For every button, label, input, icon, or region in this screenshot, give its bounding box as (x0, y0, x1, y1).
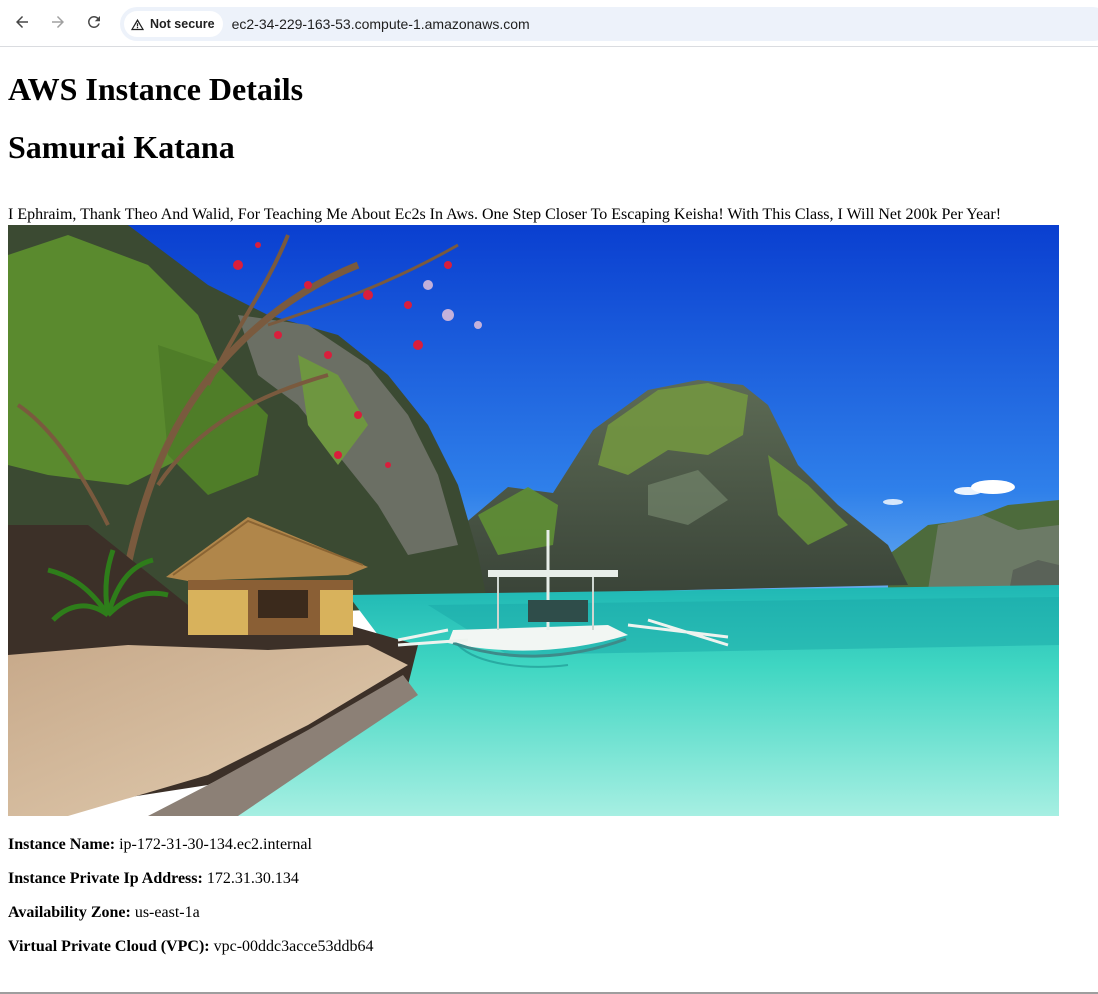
security-label: Not secure (150, 17, 215, 31)
browser-toolbar: Not secure ec2-34-229-163-53.compute-1.a… (0, 0, 1098, 47)
arrow-back-icon (16, 16, 28, 28)
detail-value: us-east-1a (134, 904, 200, 921)
url-text[interactable]: ec2-34-229-163-53.compute-1.amazonaws.co… (232, 16, 530, 32)
page-title: AWS Instance Details (8, 71, 304, 107)
detail-row-availability-zone: Availability Zone: us-east-1a (8, 904, 200, 922)
page-subtitle: Samurai Katana (8, 129, 235, 165)
detail-value: 172.31.30.134 (206, 870, 299, 887)
security-chip[interactable]: Not secure (124, 11, 223, 37)
detail-label: Instance Private Ip Address: (8, 870, 203, 887)
reload-button[interactable] (80, 8, 108, 36)
detail-value: ip-172-31-30-134.ec2.internal (119, 836, 312, 853)
address-bar[interactable]: Not secure ec2-34-229-163-53.compute-1.a… (120, 7, 1098, 41)
detail-row-private-ip: Instance Private Ip Address: 172.31.30.1… (8, 870, 299, 888)
page-content: AWS Instance Details Samurai Katana I Ep… (8, 47, 1090, 955)
detail-label: Virtual Private Cloud (VPC): (8, 938, 210, 955)
thank-you-message: I Ephraim, Thank Theo And Walid, For Tea… (8, 206, 1002, 223)
detail-row-instance-name: Instance Name: ip-172-31-30-134.ec2.inte… (8, 836, 312, 854)
detail-value: vpc-00ddc3acce53ddb64 (213, 938, 374, 955)
detail-row-vpc: Virtual Private Cloud (VPC): vpc-00ddc3a… (8, 938, 374, 956)
forward-button[interactable] (44, 8, 72, 36)
reload-icon (88, 16, 100, 28)
warning-triangle-icon (130, 18, 145, 30)
arrow-forward-icon (52, 16, 64, 28)
tropical-lagoon-image (8, 225, 1059, 816)
back-button[interactable] (8, 8, 36, 36)
detail-label: Availability Zone: (8, 904, 131, 921)
detail-label: Instance Name: (8, 836, 116, 853)
